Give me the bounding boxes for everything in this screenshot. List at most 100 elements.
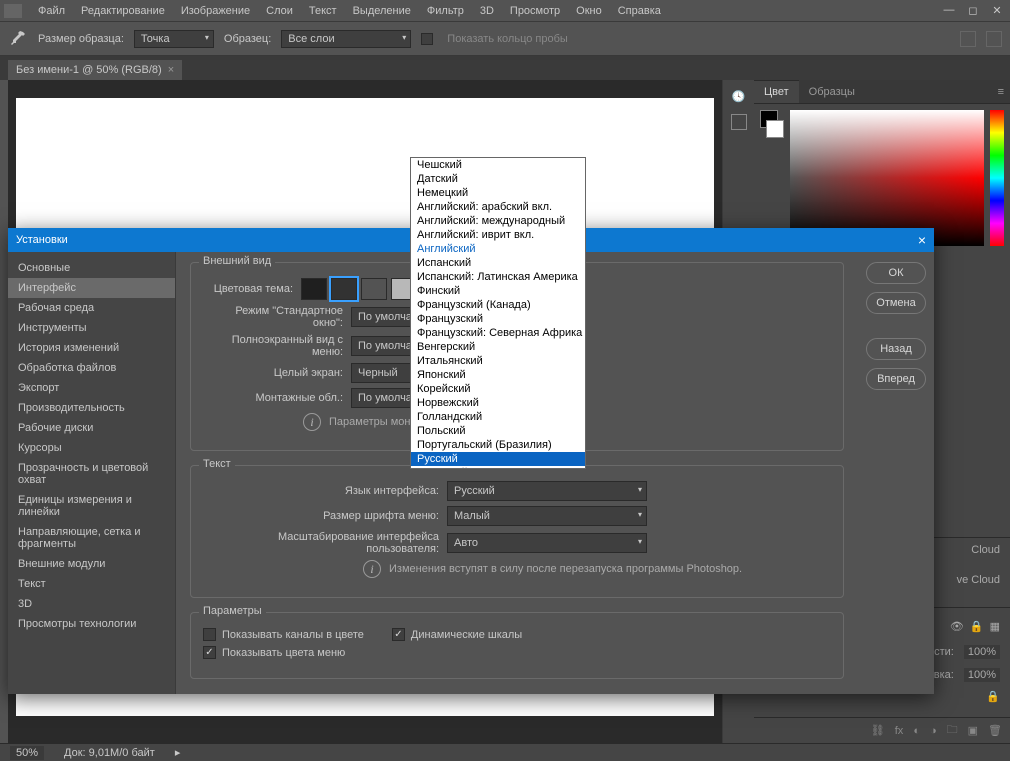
language-option[interactable]: Английский: международный (411, 214, 585, 228)
language-option[interactable]: Немецкий (411, 186, 585, 200)
history-icon[interactable]: 🕓 (729, 86, 749, 106)
bg-swatch[interactable] (766, 120, 784, 138)
prefs-nav-item[interactable]: Рабочая среда (8, 298, 175, 318)
document-tab[interactable]: Без имени-1 @ 50% (RGB/8) × (8, 60, 182, 80)
language-option[interactable]: Итальянский (411, 354, 585, 368)
prefs-nav-item[interactable]: Рабочие диски (8, 418, 175, 438)
language-option[interactable]: Финский (411, 284, 585, 298)
language-option[interactable]: Английский (411, 242, 585, 256)
menu-текст[interactable]: Текст (301, 5, 345, 17)
language-option[interactable]: Корейский (411, 382, 585, 396)
eyedropper-icon[interactable] (8, 29, 28, 49)
prev-button[interactable]: Назад (866, 338, 926, 360)
folder-icon[interactable]: 🗀 (947, 721, 958, 740)
maximize-icon[interactable]: ◻ (964, 4, 982, 17)
hue-slider[interactable] (990, 110, 1004, 246)
language-option[interactable]: Польский (411, 424, 585, 438)
language-option[interactable]: Португальский (Бразилия) (411, 438, 585, 452)
fill-field[interactable]: 100% (964, 668, 1000, 682)
menu-3d[interactable]: 3D (472, 5, 502, 17)
cancel-button[interactable]: Отмена (866, 292, 926, 314)
menu-справка[interactable]: Справка (610, 5, 669, 17)
color-field[interactable] (790, 110, 984, 246)
zoom-field[interactable]: 50% (10, 746, 44, 760)
close-icon[interactable]: × (168, 64, 174, 76)
trash-icon[interactable]: 🗑 (988, 724, 1002, 737)
ok-button[interactable]: ОК (866, 262, 926, 284)
language-option[interactable]: Испанский: Латинская Америка (411, 270, 585, 284)
theme-swatch[interactable] (331, 278, 357, 300)
language-option[interactable]: Русский (411, 452, 585, 466)
language-option[interactable]: Венгерский (411, 340, 585, 354)
language-option[interactable]: Английский: иврит вкл. (411, 228, 585, 242)
minimize-icon[interactable]: — (940, 4, 958, 17)
ui-scale-select[interactable]: Авто (447, 533, 647, 553)
prefs-nav-item[interactable]: Направляющие, сетка и фрагменты (8, 522, 175, 554)
opacity-field[interactable]: 100% (964, 645, 1000, 659)
language-option[interactable]: Голландский (411, 410, 585, 424)
new-icon[interactable]: ▣ (968, 724, 978, 737)
prefs-nav-item[interactable]: 3D (8, 594, 175, 614)
sample-size-select[interactable]: Точка (134, 30, 214, 48)
channels-color-checkbox[interactable]: Показывать каналы в цвете (203, 628, 364, 641)
language-option[interactable]: Японский (411, 368, 585, 382)
prefs-nav-item[interactable]: История изменений (8, 338, 175, 358)
dynamic-sliders-checkbox[interactable]: ✓Динамические шкалы (392, 628, 522, 641)
lock-icon[interactable]: 🔒 (986, 691, 1000, 703)
prefs-nav-item[interactable]: Просмотры технологии (8, 614, 175, 634)
show-ring-checkbox[interactable] (421, 33, 433, 45)
theme-swatch[interactable] (301, 278, 327, 300)
language-dropdown[interactable]: ЧешскийДатскийНемецкийАнглийский: арабск… (410, 157, 586, 469)
workspace-icon[interactable] (986, 31, 1002, 47)
lock-icon[interactable]: 🔒 (970, 620, 984, 633)
menu-изображение[interactable]: Изображение (173, 5, 258, 17)
language-option[interactable]: Французский (411, 312, 585, 326)
prefs-nav-item[interactable]: Единицы измерения и линейки (8, 490, 175, 522)
menu-файл[interactable]: Файл (30, 5, 73, 17)
language-option[interactable]: Английский: арабский вкл. (411, 200, 585, 214)
language-option[interactable]: Французский (Канада) (411, 298, 585, 312)
chevron-right-icon[interactable]: ▸ (175, 746, 181, 759)
mask-icon[interactable]: ◐ (913, 725, 920, 737)
tab-swatches[interactable]: Образцы (799, 80, 865, 103)
grid-icon[interactable] (731, 114, 747, 130)
menu-слои[interactable]: Слои (258, 5, 301, 17)
prefs-nav-item[interactable]: Текст (8, 574, 175, 594)
language-option[interactable]: Испанский (411, 256, 585, 270)
prefs-nav-item[interactable]: Курсоры (8, 438, 175, 458)
prefs-nav-item[interactable]: Интерфейс (8, 278, 175, 298)
menu-colors-checkbox[interactable]: ✓Показывать цвета меню (203, 646, 345, 659)
close-icon[interactable]: × (918, 232, 926, 248)
theme-swatch[interactable] (361, 278, 387, 300)
font-size-select[interactable]: Малый (447, 506, 647, 526)
language-option[interactable]: Датский (411, 172, 585, 186)
menu-фильтр[interactable]: Фильтр (419, 5, 472, 17)
menu-окно[interactable]: Окно (568, 5, 610, 17)
menu-выделение[interactable]: Выделение (345, 5, 419, 17)
language-option[interactable]: Французский: Северная Африка (411, 326, 585, 340)
link-icon[interactable]: ⛓ (871, 724, 885, 737)
ui-language-select[interactable]: Русский (447, 481, 647, 501)
language-option[interactable]: Чешский (411, 158, 585, 172)
prefs-nav-item[interactable]: Инструменты (8, 318, 175, 338)
prefs-nav-item[interactable]: Основные (8, 258, 175, 278)
language-option[interactable]: Шведский (411, 466, 585, 469)
sample-source-select[interactable]: Все слои (281, 30, 411, 48)
fx-icon[interactable]: fx (895, 725, 904, 737)
prefs-nav-item[interactable]: Производительность (8, 398, 175, 418)
eye-icon[interactable]: 👁 (950, 620, 964, 633)
grid-icon[interactable]: ▦ (990, 620, 1000, 633)
menu-просмотр[interactable]: Просмотр (502, 5, 568, 17)
prefs-nav-item[interactable]: Внешние модули (8, 554, 175, 574)
tab-color[interactable]: Цвет (754, 80, 799, 103)
prefs-nav-item[interactable]: Прозрачность и цветовой охват (8, 458, 175, 490)
adj-icon[interactable]: ◑ (930, 725, 937, 737)
menu-редактирование[interactable]: Редактирование (73, 5, 173, 17)
search-icon[interactable] (960, 31, 976, 47)
prefs-nav-item[interactable]: Экспорт (8, 378, 175, 398)
next-button[interactable]: Вперед (866, 368, 926, 390)
language-option[interactable]: Норвежский (411, 396, 585, 410)
panel-menu-icon[interactable]: ≡ (992, 86, 1010, 98)
close-icon[interactable]: ✕ (988, 4, 1006, 17)
prefs-nav-item[interactable]: Обработка файлов (8, 358, 175, 378)
